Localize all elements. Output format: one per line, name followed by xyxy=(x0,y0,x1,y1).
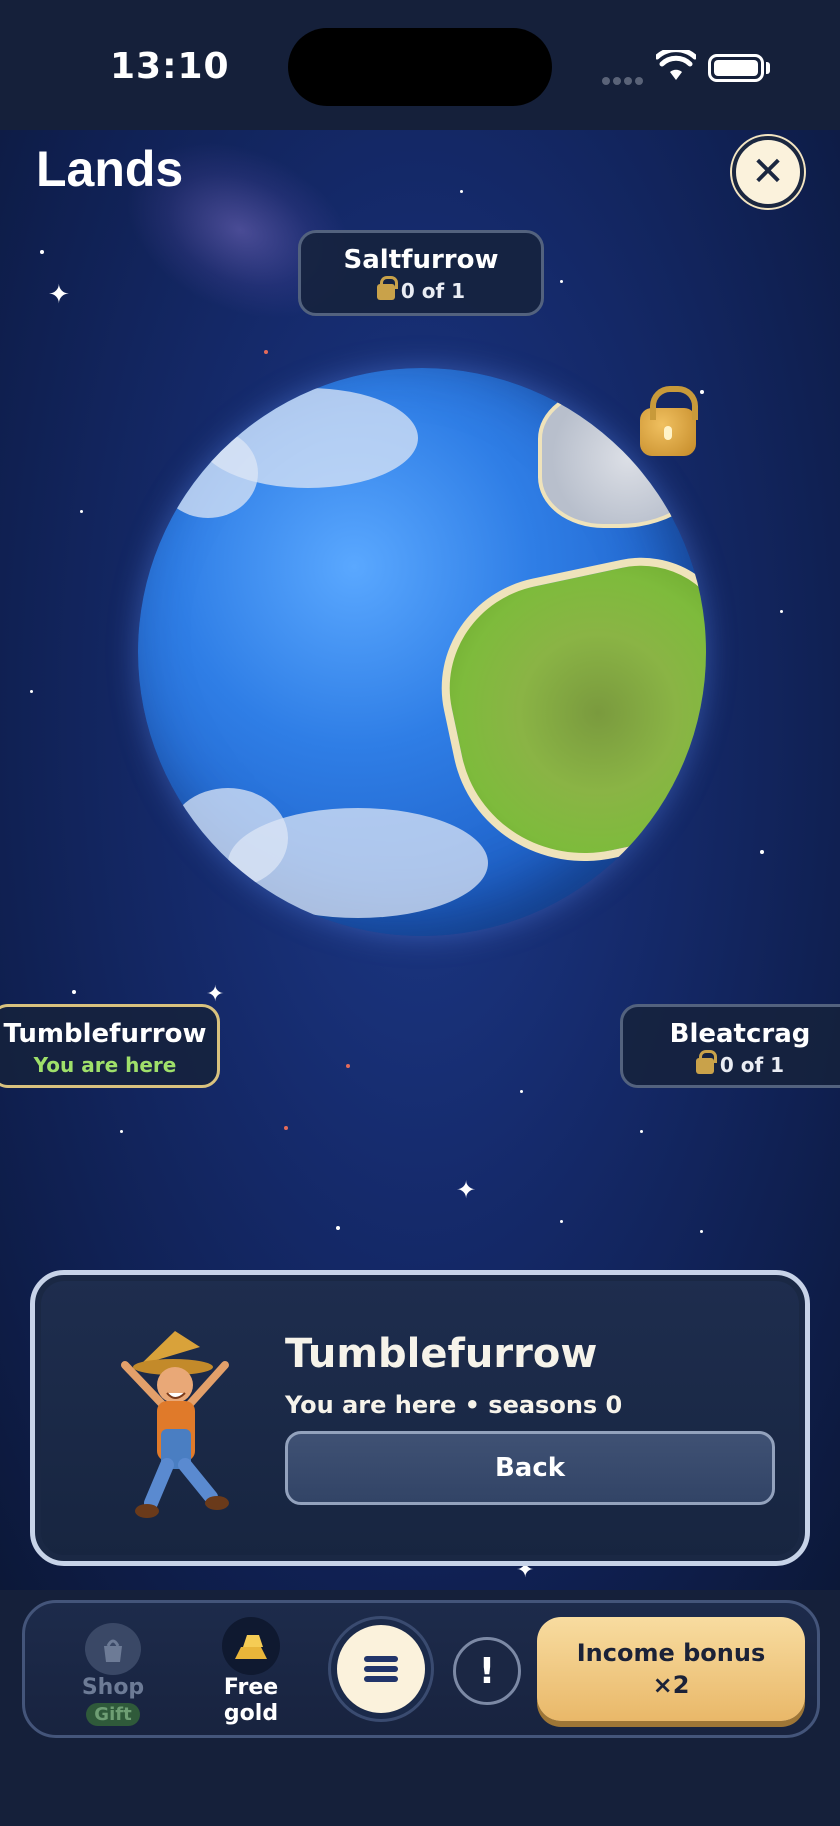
star xyxy=(72,990,76,994)
menu-icon xyxy=(364,1656,398,1682)
shop-label: Shop xyxy=(81,1675,145,1700)
star xyxy=(346,1064,350,1068)
free-gold-button[interactable]: Free gold xyxy=(201,1617,301,1727)
battery-icon xyxy=(708,54,764,82)
planet-globe[interactable] xyxy=(138,368,706,936)
land-status: You are here xyxy=(33,1053,177,1077)
land-name: Bleatcrag xyxy=(669,1019,811,1049)
star xyxy=(780,610,783,613)
shop-button[interactable]: Shop Gift xyxy=(63,1623,163,1726)
land-progress: 0 of 1 xyxy=(301,276,541,303)
income-bonus-button[interactable]: Income bonus ×2 xyxy=(537,1617,805,1721)
lock-icon xyxy=(695,1050,717,1074)
star xyxy=(460,190,463,193)
sparkle: ✦ xyxy=(456,1176,477,1204)
status-time: 13:10 xyxy=(110,46,230,87)
land-label-tumblefurrow[interactable]: Tumblefurrow You are here xyxy=(0,1004,220,1088)
card-title: Tumblefurrow xyxy=(285,1331,598,1377)
free-gold-label-2: gold xyxy=(223,1701,279,1726)
star xyxy=(560,280,563,283)
status-bar: 13:10 xyxy=(0,0,840,130)
star xyxy=(700,390,704,394)
land-label-saltfurrow[interactable]: Saltfurrow 0 of 1 xyxy=(298,230,544,316)
signal-icon xyxy=(602,70,646,89)
star xyxy=(30,690,33,693)
land-label-bleatcrag[interactable]: Bleatcrag 0 of 1 xyxy=(620,1004,840,1088)
lock-icon xyxy=(376,276,398,300)
land-name: Tumblefurrow xyxy=(3,1019,207,1049)
star xyxy=(336,1226,340,1230)
star xyxy=(80,510,83,513)
star xyxy=(760,850,764,854)
star xyxy=(40,250,44,254)
star xyxy=(520,1090,523,1093)
lock-icon xyxy=(640,386,698,456)
menu-button[interactable] xyxy=(331,1619,431,1719)
star xyxy=(120,1130,123,1133)
page-title: Lands xyxy=(36,141,184,197)
land-name: Saltfurrow xyxy=(343,245,499,275)
free-gold-label-1: Free xyxy=(223,1675,279,1700)
wifi-icon xyxy=(656,50,696,80)
shopping-bag-icon xyxy=(85,1623,141,1675)
back-button[interactable]: Back xyxy=(285,1431,775,1505)
close-icon: ✕ xyxy=(751,149,785,195)
close-button[interactable]: ✕ xyxy=(732,136,804,208)
star xyxy=(700,1230,703,1233)
star xyxy=(640,1130,643,1133)
land-progress: 0 of 1 xyxy=(623,1050,840,1077)
dynamic-island xyxy=(288,28,552,106)
cloud xyxy=(158,428,258,518)
star xyxy=(264,350,268,354)
cloud xyxy=(168,788,288,888)
card-subtitle: You are here • seasons 0 xyxy=(285,1391,623,1419)
sparkle: ✦ xyxy=(48,280,70,310)
land-info-card: Tumblefurrow You are here • seasons 0 Ba… xyxy=(30,1270,810,1566)
bottom-nav: Shop Gift Free gold ! Income bonus ×2 xyxy=(22,1600,820,1738)
farmer-character-image xyxy=(121,1331,229,1518)
star xyxy=(560,1220,563,1223)
sparkle: ✦ xyxy=(206,982,225,1007)
battery-tip xyxy=(766,62,770,74)
gold-bars-icon xyxy=(222,1617,280,1675)
star xyxy=(284,1126,288,1130)
gift-badge: Gift xyxy=(86,1703,140,1726)
alert-button[interactable]: ! xyxy=(453,1637,521,1705)
